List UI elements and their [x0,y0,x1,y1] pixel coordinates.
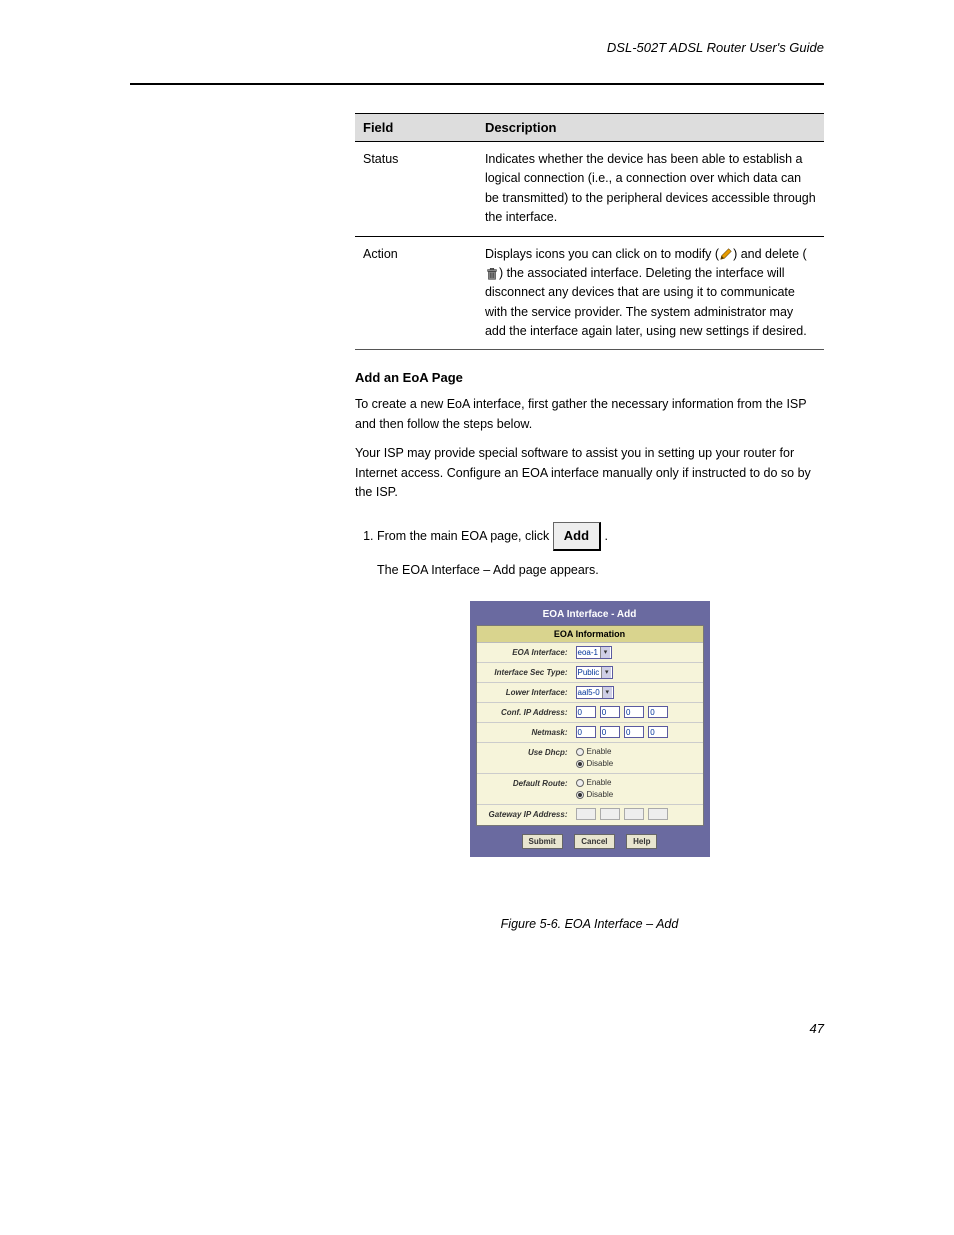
label-eoa-interface: EOA Interface: [477,643,572,662]
netmask-octet-3[interactable]: 0 [624,726,644,738]
chevron-down-icon: ▾ [602,687,612,698]
select-interface-sec-type[interactable]: Public▾ [576,666,614,679]
eoa-add-dialog: EOA Interface - Add EOA Information EOA … [470,601,710,857]
select-lower-interface[interactable]: aal5-0▾ [576,686,614,699]
gateway-ip-octet-1[interactable] [576,808,596,820]
radio-default-route-disable[interactable] [576,791,584,799]
chevron-down-icon: ▾ [600,647,610,658]
netmask-octet-1[interactable]: 0 [576,726,596,738]
select-eoa-interface[interactable]: eoa-1▾ [576,646,612,659]
gateway-ip-octet-4[interactable] [648,808,668,820]
chevron-down-icon: ▾ [601,667,611,678]
col-header-field: Field [355,114,477,142]
dialog-section-header: EOA Information [477,626,703,643]
label-default-route: Default Route: [477,774,572,804]
label-gateway-ip: Gateway IP Address: [477,805,572,825]
label-conf-ip-address: Conf. IP Address: [477,703,572,722]
help-button[interactable]: Help [626,834,657,849]
pencil-icon [719,247,733,261]
table-row: Action Displays icons you can click on t… [355,237,824,350]
label-use-dhcp: Use Dhcp: [477,743,572,773]
radio-dhcp-enable[interactable] [576,748,584,756]
page-number: 47 [0,981,954,1056]
field-description-table: Field Description Status Indicates wheth… [355,113,824,350]
gateway-ip-octet-3[interactable] [624,808,644,820]
netmask-octet-2[interactable]: 0 [600,726,620,738]
table-row: Status Indicates whether the device has … [355,142,824,237]
intro-paragraph-2: Your ISP may provide special software to… [355,444,824,502]
trash-icon [485,266,499,280]
label-lower-interface: Lower Interface: [477,683,572,702]
submit-button[interactable]: Submit [522,834,563,849]
cancel-button[interactable]: Cancel [574,834,614,849]
label-netmask: Netmask: [477,723,572,742]
conf-ip-octet-2[interactable]: 0 [600,706,620,718]
step-list: From the main EOA page, click Add . The … [355,522,824,581]
step-1: From the main EOA page, click Add . The … [377,522,824,581]
netmask-octet-4[interactable]: 0 [648,726,668,738]
conf-ip-octet-1[interactable]: 0 [576,706,596,718]
field-desc-action: Displays icons you can click on to modif… [477,237,824,350]
dialog-title: EOA Interface - Add [476,607,704,625]
add-button[interactable]: Add [553,522,601,551]
label-interface-sec-type: Interface Sec Type: [477,663,572,682]
intro-paragraph-1: To create a new EoA interface, first gat… [355,395,824,434]
conf-ip-octet-3[interactable]: 0 [624,706,644,718]
radio-dhcp-disable[interactable] [576,760,584,768]
figure-caption: Figure 5-6. EOA Interface – Add [355,917,824,931]
section-heading-add-eoa: Add an EoA Page [355,370,824,385]
field-desc-status: Indicates whether the device has been ab… [477,142,824,237]
header-rule [130,83,824,85]
radio-default-route-enable[interactable] [576,779,584,787]
field-name-status: Status [355,142,477,237]
doc-title: DSL-502T ADSL Router User's Guide [130,40,824,55]
col-header-description: Description [477,114,824,142]
conf-ip-octet-4[interactable]: 0 [648,706,668,718]
field-name-action: Action [355,237,477,350]
gateway-ip-octet-2[interactable] [600,808,620,820]
